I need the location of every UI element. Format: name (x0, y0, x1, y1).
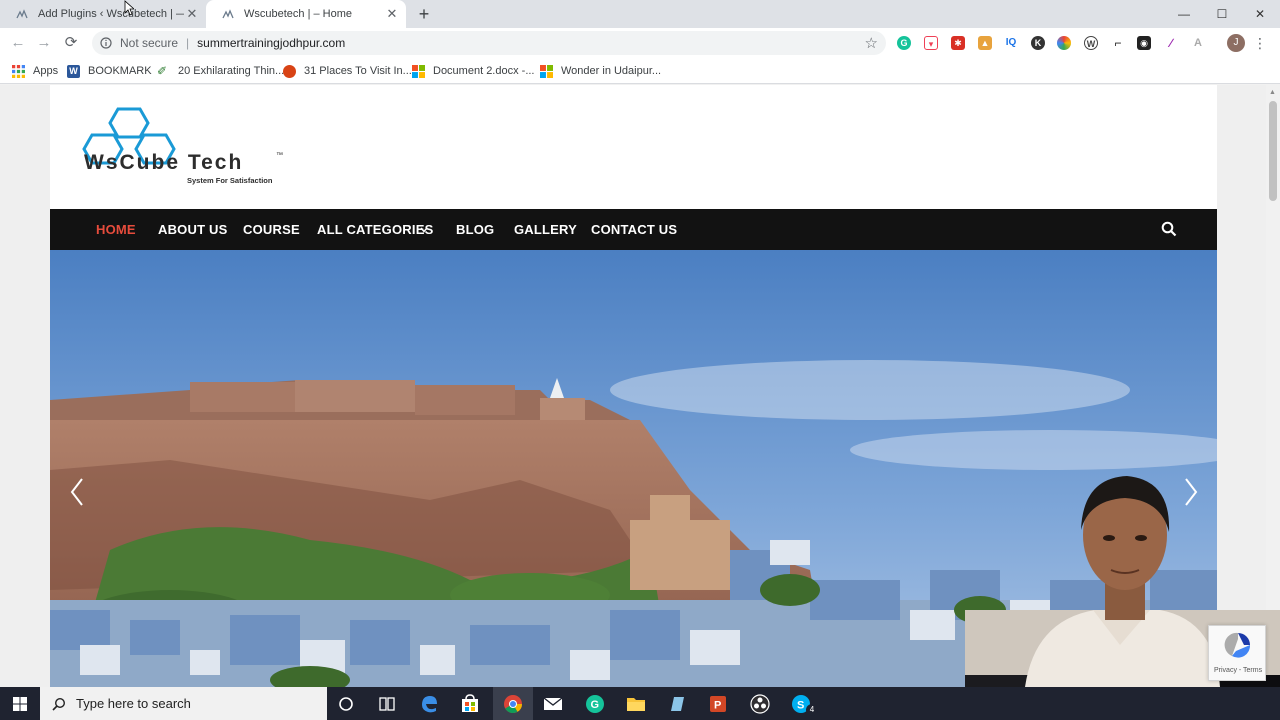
windows-icon (412, 64, 425, 78)
recaptcha-icon (1224, 632, 1251, 658)
address-separator: | (186, 36, 190, 50)
logo-trademark: ™ (276, 152, 283, 159)
new-tab-button[interactable]: + (414, 4, 434, 24)
tab-title: Add Plugins ‹ Wscubetech | — W (38, 8, 184, 20)
bookmarks-bar: Apps W BOOKMARK ✐ 20 Exhilarating Thin..… (0, 58, 1280, 84)
map-icon (283, 64, 296, 78)
nav-gallery[interactable]: GALLERY (514, 222, 577, 237)
tab-title: Wscubetech | – Home (244, 8, 353, 20)
edge-icon[interactable] (418, 693, 440, 715)
bookmark-apps[interactable]: Apps (12, 63, 58, 79)
logo-brand: WsCube Tech (84, 151, 243, 174)
nav-about-us[interactable]: ABOUT US (158, 222, 228, 237)
k-icon[interactable]: K (1031, 36, 1045, 50)
chrome-icon[interactable] (502, 693, 524, 715)
info-icon[interactable] (100, 37, 112, 49)
nav-course[interactable]: COURSE (243, 222, 300, 237)
obs-icon[interactable] (749, 693, 771, 715)
notes-icon[interactable] (666, 693, 688, 715)
windows-icon (540, 64, 553, 78)
browser-toolbar: ← → ⟳ Not secure | summertrainingjodhpur… (0, 28, 1280, 58)
windows-taskbar: Type here to search G P S 4 (0, 687, 1280, 720)
maximize-button[interactable]: ☐ (1202, 0, 1242, 28)
menu-kebab-icon[interactable]: ⋮ (1253, 34, 1267, 52)
tab-strip: Add Plugins ‹ Wscubetech | — W ✕ Wscubet… (0, 0, 1280, 28)
tab-wscubetech-home[interactable]: Wscubetech | – Home ✕ (206, 0, 406, 28)
grammarly-icon[interactable]: G (584, 693, 606, 715)
nav-blog[interactable]: BLOG (456, 222, 494, 237)
svg-text:G: G (591, 699, 600, 711)
word-icon: W (67, 64, 80, 78)
nav-home[interactable]: HOME (96, 222, 136, 237)
chevron-down-icon[interactable] (420, 227, 428, 233)
wordpress-icon[interactable]: W (1084, 36, 1098, 50)
profile-avatar[interactable]: J (1227, 34, 1245, 52)
tab-close-icon[interactable]: ✕ (184, 6, 200, 22)
grammarly-icon[interactable]: G (897, 36, 911, 50)
font-icon[interactable]: A (1191, 36, 1205, 50)
address-bar[interactable]: Not secure | summertrainingjodhpur.com ☆ (92, 31, 886, 55)
iq-icon[interactable]: IQ (1004, 36, 1018, 50)
windows-logo-icon (13, 696, 27, 711)
colorpicker-icon[interactable] (1057, 36, 1071, 50)
logo-hexagons-icon: WsCube Tech ™ System For Satisfaction (82, 107, 283, 185)
recaptcha-badge[interactable]: Privacy - Terms (1208, 625, 1266, 681)
taskbar-search-box[interactable]: Type here to search (40, 687, 327, 720)
bookmark-31-places[interactable]: 31 Places To Visit In... (283, 63, 412, 79)
nav-contact-us[interactable]: CONTACT US (591, 222, 677, 237)
reload-button[interactable]: ⟳ (61, 33, 81, 53)
start-button[interactable] (0, 687, 40, 720)
nav-all-categories[interactable]: ALL CATEGORIES (317, 222, 433, 237)
store-icon[interactable] (459, 693, 481, 715)
main-navigation: HOME ABOUT US COURSE ALL CATEGORIES BLOG… (50, 209, 1217, 250)
scroll-up-icon[interactable]: ▲ (1269, 89, 1276, 96)
mail-icon[interactable] (542, 693, 564, 715)
prev-arrow-icon[interactable] (66, 475, 88, 509)
bookmark-bookmark[interactable]: W BOOKMARK (67, 63, 152, 79)
bookmark-label: 31 Places To Visit In... (304, 65, 412, 77)
powerpoint-icon[interactable]: P (707, 693, 729, 715)
back-button[interactable]: ← (8, 33, 28, 53)
search-icon[interactable] (1161, 221, 1177, 237)
bookmark-exhilarating[interactable]: ✐ 20 Exhilarating Thin... (157, 63, 284, 79)
pen-icon[interactable]: ∕ (1164, 36, 1178, 50)
bookmark-document[interactable]: Document 2.docx -... (412, 63, 535, 79)
wordpress-favicon-icon (16, 9, 28, 19)
svg-text:S: S (797, 700, 804, 712)
svg-text:P: P (714, 700, 721, 712)
crop-icon[interactable]: ⌐ (1111, 36, 1125, 50)
camera-icon[interactable]: ◉ (1137, 36, 1151, 50)
scroll-thumb[interactable] (1269, 101, 1277, 201)
image-icon[interactable]: ▲ (978, 36, 992, 50)
security-label: Not secure (120, 36, 179, 50)
bookmark-star-icon[interactable]: ☆ (865, 34, 878, 52)
skype-badge: 4 (806, 704, 818, 716)
bookmark-label: Apps (33, 65, 59, 77)
url-text[interactable]: summertrainingjodhpur.com (197, 36, 345, 50)
forward-button[interactable]: → (34, 33, 54, 53)
search-icon (52, 697, 66, 711)
taskbar-search-placeholder: Type here to search (76, 696, 191, 711)
tab-close-icon[interactable]: ✕ (384, 6, 400, 22)
task-view-icon[interactable] (376, 693, 398, 715)
bookmark-label: BOOKMARK (88, 65, 152, 77)
bookmark-label: Wonder in Udaipur... (561, 65, 662, 77)
tab-add-plugins[interactable]: Add Plugins ‹ Wscubetech | — W ✕ (0, 0, 206, 28)
leaf-icon: ✐ (157, 63, 168, 78)
wordpress-favicon-icon (222, 9, 234, 19)
file-explorer-icon[interactable] (625, 693, 647, 715)
logo-tagline: System For Satisfaction (187, 176, 273, 185)
pdf-icon[interactable]: ✱ (951, 36, 965, 50)
cortana-icon[interactable] (335, 693, 357, 715)
close-window-button[interactable]: ✕ (1240, 0, 1280, 28)
pocket-icon[interactable]: ▾ (924, 36, 938, 50)
mouse-cursor-icon (124, 0, 134, 16)
bookmark-wonder-udaipur[interactable]: Wonder in Udaipur... (540, 63, 661, 79)
minimize-button[interactable]: — (1164, 0, 1204, 28)
bookmark-label: 20 Exhilarating Thin... (178, 65, 285, 77)
apps-grid-icon (12, 64, 25, 78)
site-logo[interactable]: WsCube Tech ™ System For Satisfaction (82, 107, 292, 187)
bookmark-label: Document 2.docx -... (433, 65, 535, 77)
recaptcha-terms-link[interactable]: Privacy - Terms (1214, 667, 1262, 674)
